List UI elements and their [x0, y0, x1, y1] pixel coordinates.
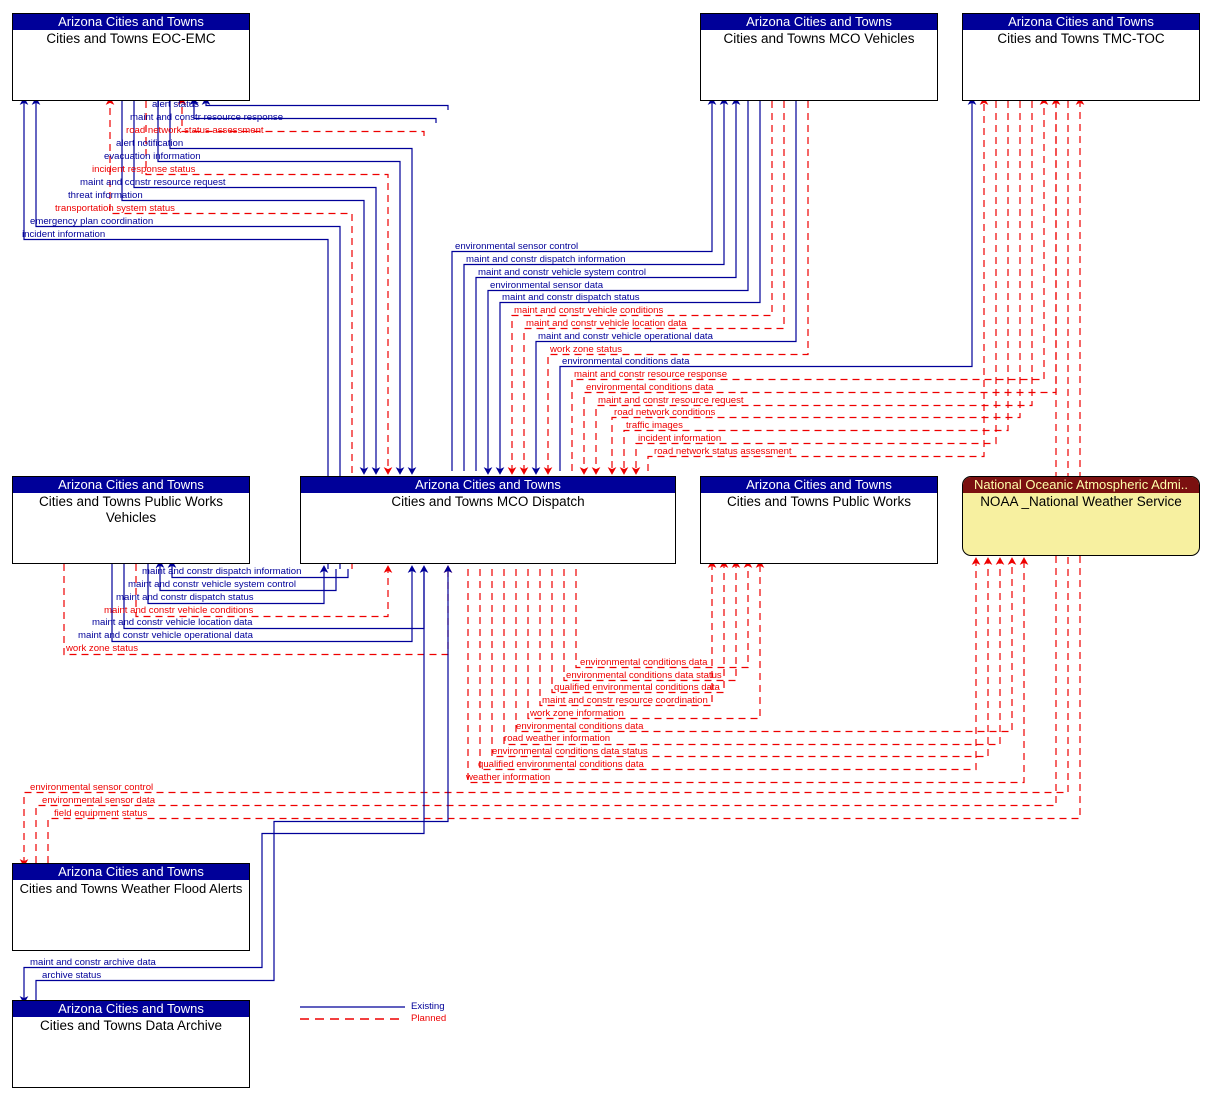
- flow-label: maint and constr resource request: [598, 395, 744, 406]
- flow-label: maint and constr archive data: [30, 957, 156, 968]
- flow-label: traffic images: [626, 420, 683, 431]
- flow-label: work zone status: [66, 643, 138, 654]
- node-weather-flood-alerts[interactable]: Arizona Cities and Towns Cities and Town…: [12, 863, 250, 951]
- flow-label: maint and constr vehicle operational dat…: [538, 331, 713, 342]
- node-mco-dispatch[interactable]: Arizona Cities and Towns Cities and Town…: [300, 476, 676, 564]
- flow-label: environmental conditions data: [586, 382, 714, 393]
- legend-label-planned: Planned: [411, 1013, 447, 1024]
- flow-label: field equipment status: [54, 808, 148, 819]
- flow-label: road weather information: [504, 733, 611, 744]
- flow-label: maint and constr dispatch information: [466, 254, 626, 265]
- flow-label: qualified environmental conditions data: [478, 759, 644, 770]
- flow-label: weather information: [466, 772, 551, 783]
- flow-label: maint and constr resource response: [130, 112, 284, 123]
- flow-label: maint and constr vehicle location data: [526, 318, 687, 329]
- flow-label: maint and constr vehicle system control: [478, 267, 646, 278]
- diagram-canvas: Arizona Cities and Towns Cities and Town…: [0, 0, 1211, 1101]
- node-stakeholder: Arizona Cities and Towns: [301, 477, 675, 493]
- flow-label: work zone status: [550, 344, 622, 355]
- flow-label: road network status assessment: [654, 446, 792, 457]
- flow-label: emergency plan coordination: [30, 216, 154, 227]
- flow-label: transportation system status: [55, 203, 175, 214]
- flow-label: maint and constr vehicle location data: [92, 617, 253, 628]
- node-label: Cities and Towns EOC-EMC: [46, 31, 216, 46]
- node-tmc-toc[interactable]: Arizona Cities and Towns Cities and Town…: [962, 13, 1200, 101]
- flow-label: maint and constr dispatch information: [142, 566, 302, 577]
- flow-label: maint and constr vehicle conditions: [514, 305, 664, 316]
- flow-label: environmental sensor data: [42, 795, 156, 806]
- flow-label: maint and constr dispatch status: [116, 592, 254, 603]
- flow-label: maint and constr resource coordination: [542, 695, 708, 706]
- node-data-archive[interactable]: Arizona Cities and Towns Cities and Town…: [12, 1000, 250, 1088]
- node-noaa-nws[interactable]: National Oceanic Atmospheric Admi.. NOAA…: [962, 476, 1200, 556]
- flow-label: maint and constr resource response: [574, 369, 728, 380]
- flow-label: maint and constr vehicle conditions: [104, 605, 254, 616]
- flow-label: incident information: [22, 229, 106, 240]
- node-stakeholder: Arizona Cities and Towns: [13, 864, 249, 880]
- node-stakeholder: Arizona Cities and Towns: [963, 14, 1199, 30]
- legend-label-existing: Existing: [411, 1001, 445, 1012]
- node-eoc[interactable]: Arizona Cities and Towns Cities and Town…: [12, 13, 250, 101]
- flow-label: environmental conditions data: [516, 721, 644, 732]
- flow-label: environmental conditions data: [580, 657, 708, 668]
- flow-label: incident information: [638, 433, 722, 444]
- flow-label: qualified environmental conditions data: [554, 682, 720, 693]
- node-label: Cities and Towns Weather Flood Alerts: [19, 881, 243, 896]
- flow-label: road network status assessment: [126, 125, 264, 136]
- flow-label: maint and constr resource request: [80, 177, 226, 188]
- node-label: Cities and Towns MCO Dispatch: [391, 494, 585, 509]
- node-public-works[interactable]: Arizona Cities and Towns Cities and Town…: [700, 476, 938, 564]
- node-stakeholder: Arizona Cities and Towns: [701, 14, 937, 30]
- flow-label: evacuation information: [104, 151, 201, 162]
- flow-label: road network conditions: [614, 407, 716, 418]
- flow-label: maint and constr vehicle operational dat…: [78, 630, 253, 641]
- flow-label: maint and constr dispatch status: [502, 292, 640, 303]
- node-mco-vehicles[interactable]: Arizona Cities and Towns Cities and Town…: [700, 13, 938, 101]
- node-stakeholder: Arizona Cities and Towns: [13, 1001, 249, 1017]
- node-label: Cities and Towns Public Works: [726, 494, 912, 509]
- flow-label: work zone information: [530, 708, 624, 719]
- flow-label: maint and constr vehicle system control: [128, 579, 296, 590]
- node-stakeholder: National Oceanic Atmospheric Admi..: [963, 477, 1199, 493]
- flow-label: threat information: [68, 190, 143, 201]
- node-label: Cities and Towns TMC-TOC: [997, 31, 1165, 46]
- node-label: Cities and Towns Public Works Vehicles: [38, 494, 224, 525]
- flow-label: alert notification: [116, 138, 184, 149]
- flow-label: environmental conditions data status: [492, 746, 648, 757]
- flow-label: archive status: [42, 970, 102, 981]
- flow-label: incident response status: [92, 164, 196, 175]
- flow-label: environmental sensor control: [30, 782, 154, 793]
- flow-label: environmental conditions data: [562, 356, 690, 367]
- node-label: Cities and Towns MCO Vehicles: [723, 31, 915, 46]
- node-label: Cities and Towns Data Archive: [39, 1018, 223, 1033]
- flow-label: environmental sensor control: [455, 241, 579, 252]
- node-public-works-vehicles[interactable]: Arizona Cities and Towns Cities and Town…: [12, 476, 250, 564]
- flow-label: alert status: [152, 99, 199, 110]
- flow-label: environmental conditions data status: [566, 670, 722, 681]
- flow-label: environmental sensor data: [490, 280, 604, 291]
- node-stakeholder: Arizona Cities and Towns: [701, 477, 937, 493]
- node-stakeholder: Arizona Cities and Towns: [13, 14, 249, 30]
- node-label: NOAA _National Weather Service: [963, 493, 1199, 510]
- node-stakeholder: Arizona Cities and Towns: [13, 477, 249, 493]
